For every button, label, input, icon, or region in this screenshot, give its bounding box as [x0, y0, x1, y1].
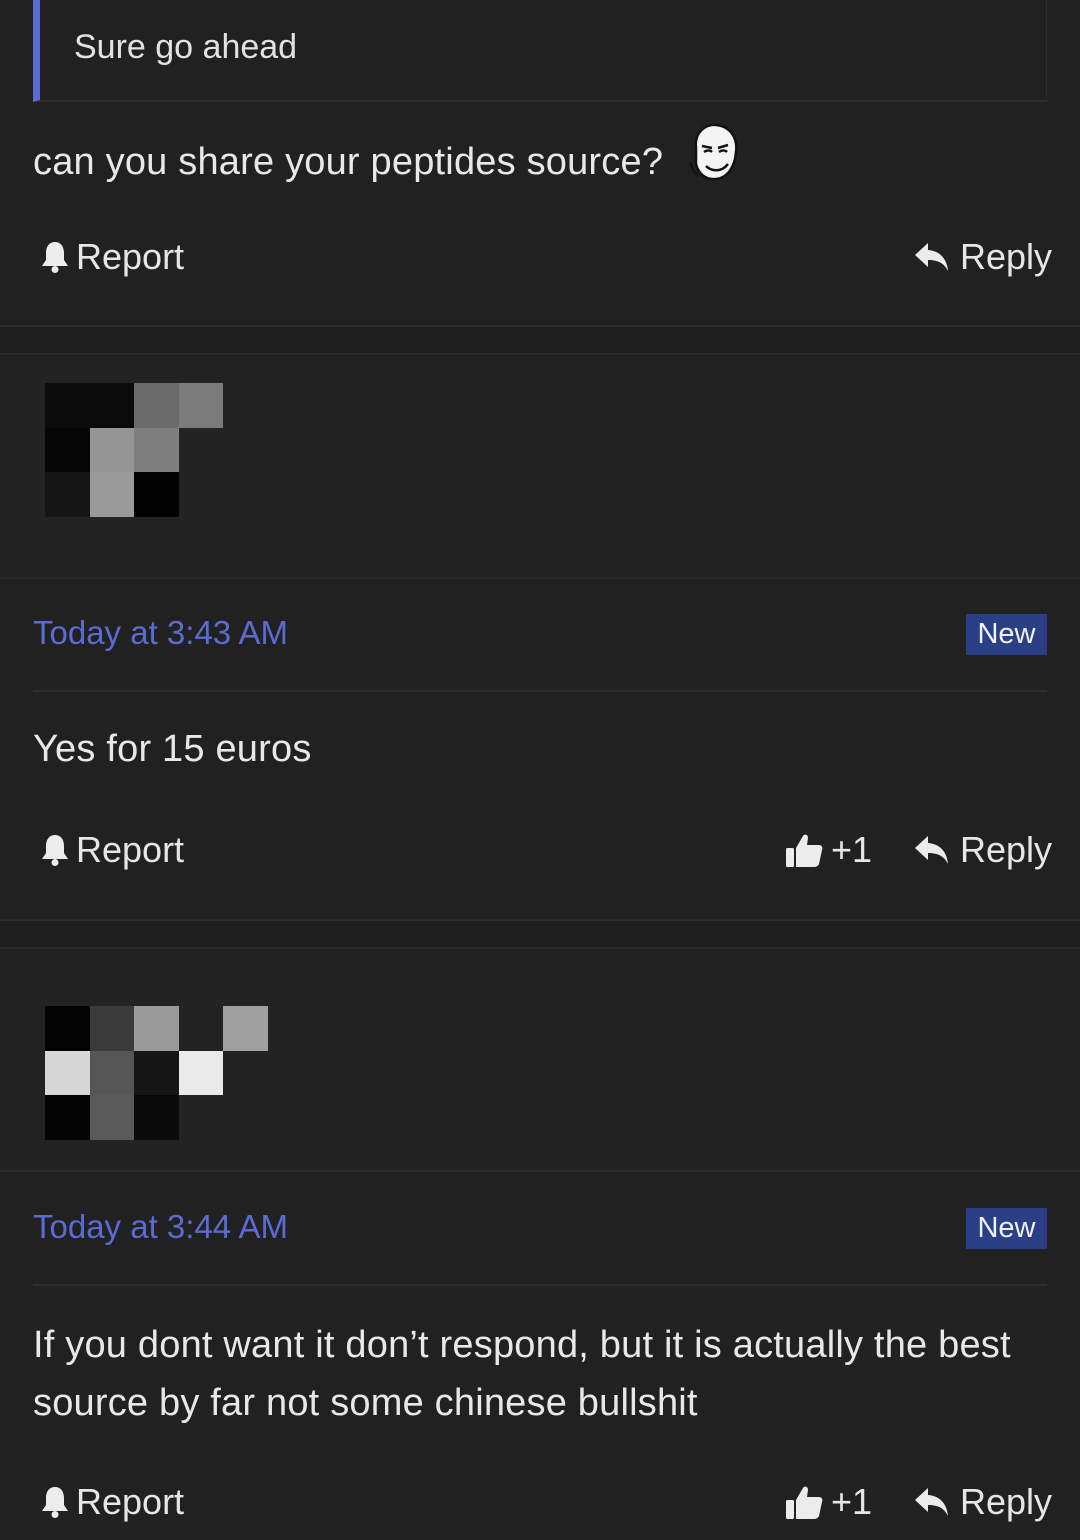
report-label: Report	[76, 236, 185, 277]
reply-label: Reply	[960, 829, 1053, 870]
pixel-cell	[178, 1095, 223, 1140]
pixel-cell	[134, 1050, 179, 1095]
reply-arrow-icon	[915, 836, 948, 864]
pixel-cell	[223, 383, 268, 428]
thumbs-up-icon	[786, 1486, 823, 1519]
like-count: +1	[831, 829, 873, 870]
pixel-cell	[89, 472, 134, 517]
pixel-cell	[223, 472, 268, 517]
report-label: Report	[76, 829, 185, 870]
pixel-cell	[89, 1050, 134, 1095]
pixel-cell	[178, 472, 223, 517]
pixel-cell	[178, 383, 223, 428]
pixel-cell	[134, 1006, 179, 1051]
smug-face-emoji-icon	[686, 122, 742, 192]
report-label: Report	[76, 1481, 185, 1522]
pixel-cell	[89, 427, 134, 472]
bell-icon	[42, 1487, 68, 1518]
like-button[interactable]: +1	[785, 1481, 872, 1523]
reply-arrow-icon	[915, 1488, 948, 1516]
pixel-cell	[178, 1006, 223, 1051]
new-badge: New	[966, 1208, 1047, 1249]
post-timestamp[interactable]: Today at 3:44 AM	[33, 1208, 288, 1246]
thumbs-up-icon	[786, 834, 823, 867]
attachment-area	[0, 357, 1080, 577]
pixel-cell	[45, 1095, 90, 1140]
divider	[0, 577, 1080, 579]
quoted-message: Sure go ahead	[33, 0, 1047, 102]
attachment-area	[0, 951, 1080, 1171]
post-separator	[0, 325, 1080, 355]
new-badge: New	[966, 614, 1047, 655]
divider	[0, 1170, 1080, 1172]
reply-button[interactable]: Reply	[914, 829, 1052, 871]
report-button[interactable]: Report	[40, 1481, 184, 1523]
bell-icon	[42, 242, 68, 273]
message-text: Yes for 15 euros	[33, 728, 312, 770]
pixel-cell	[223, 427, 268, 472]
pixel-cell	[223, 1050, 268, 1095]
pixel-cell	[178, 427, 223, 472]
report-button[interactable]: Report	[40, 236, 184, 278]
pixel-cell	[134, 1095, 179, 1140]
pixelated-image[interactable]	[45, 383, 268, 517]
message-body: can you share your peptides source?	[33, 123, 742, 192]
bell-icon	[42, 835, 68, 866]
post-separator	[0, 919, 1080, 949]
like-button[interactable]: +1	[785, 829, 872, 871]
like-count: +1	[831, 1481, 873, 1522]
pixel-cell	[223, 1095, 268, 1140]
report-button[interactable]: Report	[40, 829, 184, 871]
pixel-cell	[45, 427, 90, 472]
divider	[33, 690, 1047, 692]
message-text: can you share your peptides source?	[33, 141, 664, 184]
pixel-cell	[134, 427, 179, 472]
quote-text: Sure go ahead	[74, 28, 298, 66]
pixel-cell	[45, 1050, 90, 1095]
pixel-cell	[89, 1095, 134, 1140]
divider	[33, 1284, 1047, 1286]
pixel-cell	[134, 472, 179, 517]
message-text: If you dont want it don’t respond, but i…	[33, 1324, 1011, 1424]
pixel-cell	[89, 1006, 134, 1051]
pixel-cell	[223, 1006, 268, 1051]
pixel-cell	[178, 1050, 223, 1095]
pixel-cell	[89, 383, 134, 428]
pixel-cell	[45, 1006, 90, 1051]
reply-label: Reply	[960, 1481, 1053, 1522]
pixel-cell	[134, 383, 179, 428]
reply-label: Reply	[960, 236, 1053, 277]
reply-arrow-icon	[915, 243, 948, 271]
pixel-cell	[45, 383, 90, 428]
pixelated-image[interactable]	[45, 1006, 268, 1140]
reply-button[interactable]: Reply	[914, 236, 1052, 278]
post-timestamp[interactable]: Today at 3:43 AM	[33, 614, 288, 652]
reply-button[interactable]: Reply	[914, 1481, 1052, 1523]
pixel-cell	[45, 472, 90, 517]
